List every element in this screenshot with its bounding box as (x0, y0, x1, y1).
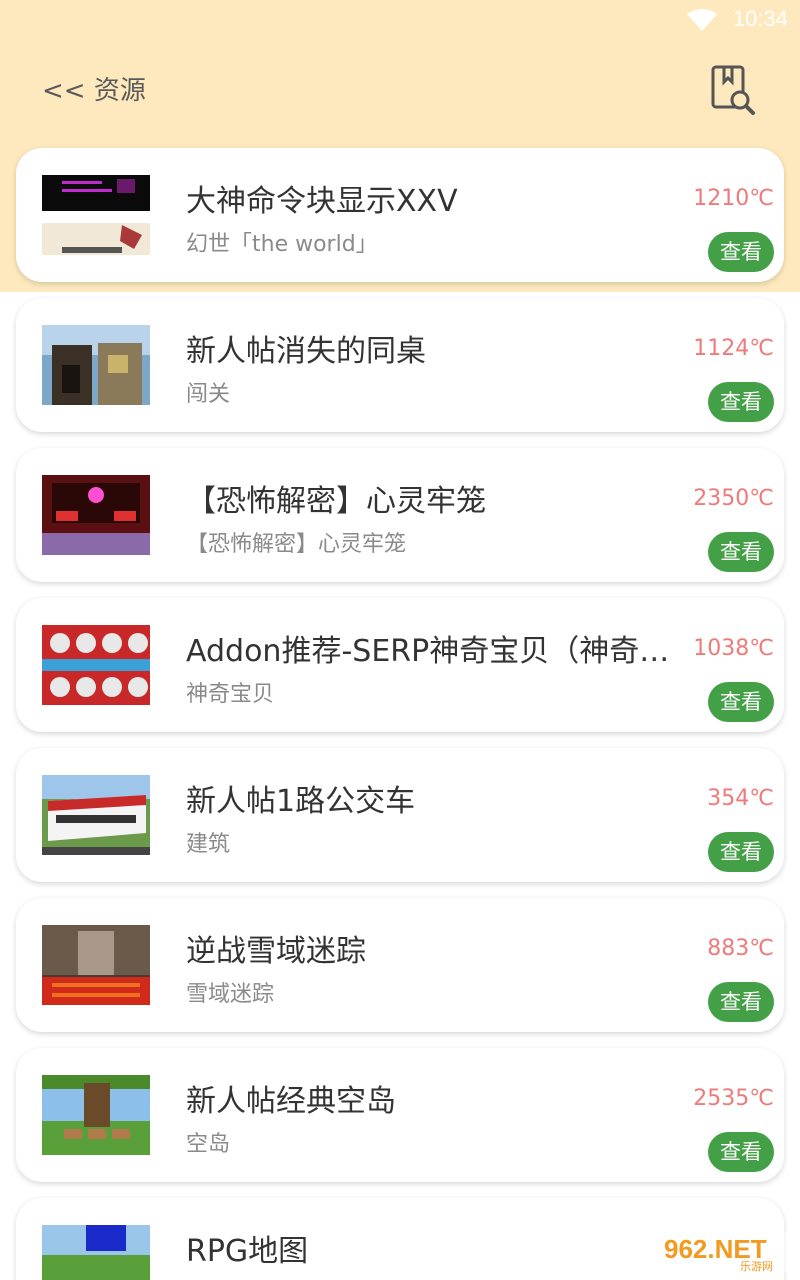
item-thumbnail (42, 175, 150, 255)
watermark-logo: 962.NET 乐游网 (656, 1232, 792, 1273)
item-heat: 883℃ (707, 936, 774, 961)
status-bar: 10:34 (0, 0, 800, 42)
list-item[interactable]: 【恐怖解密】心灵牢笼 【恐怖解密】心灵牢笼 2350℃ 查看 (16, 448, 784, 582)
wifi-icon (687, 9, 717, 31)
item-thumbnail (42, 775, 150, 855)
item-subtitle: 雪域迷踪 (186, 982, 275, 1007)
item-title: 逆战雪域迷踪 (186, 934, 366, 969)
item-title: 新人帖1路公交车 (186, 784, 416, 819)
list-item[interactable]: 新人帖1路公交车 建筑 354℃ 查看 (16, 748, 784, 882)
item-thumbnail (42, 1225, 150, 1280)
item-heat: 2350℃ (693, 486, 774, 511)
search-book-icon[interactable] (710, 64, 758, 118)
status-time: 10:34 (732, 6, 788, 31)
item-title: 【恐怖解密】心灵牢笼 (186, 484, 486, 519)
item-subtitle: 【恐怖解密】心灵牢笼 (186, 532, 407, 557)
item-heat: 2535℃ (693, 1086, 774, 1111)
item-title: RPG地图 (186, 1234, 309, 1269)
item-thumbnail (42, 475, 150, 555)
view-button[interactable]: 查看 (708, 982, 774, 1022)
item-heat: 354℃ (707, 786, 774, 811)
view-button[interactable]: 查看 (708, 382, 774, 422)
item-subtitle: 神奇宝贝 (186, 682, 275, 707)
svg-text:乐游网: 乐游网 (740, 1260, 773, 1273)
item-thumbnail (42, 925, 150, 1005)
view-button[interactable]: 查看 (708, 232, 774, 272)
list-item[interactable]: Addon推荐-SERP神奇宝贝（神奇宝… 神奇宝贝 1038℃ 查看 (16, 598, 784, 732)
item-subtitle: 闯关 (186, 382, 231, 407)
item-thumbnail (42, 325, 150, 405)
list-item[interactable]: 新人帖经典空岛 空岛 2535℃ 查看 (16, 1048, 784, 1182)
back-button[interactable]: << 资源 (42, 70, 146, 107)
item-heat: 1210℃ (693, 186, 774, 211)
item-heat: 1124℃ (693, 336, 774, 361)
list-item[interactable]: 大神命令块显示XXV 幻世「the world」 1210℃ 查看 (16, 148, 784, 282)
item-subtitle: 建筑 (186, 832, 231, 857)
item-title: 大神命令块显示XXV (186, 184, 458, 219)
item-title: 新人帖消失的同桌 (186, 334, 426, 369)
view-button[interactable]: 查看 (708, 682, 774, 722)
item-thumbnail (42, 625, 150, 705)
item-subtitle: 幻世「the world」 (186, 232, 378, 257)
item-title: 新人帖经典空岛 (186, 1084, 396, 1119)
view-button[interactable]: 查看 (708, 1132, 774, 1172)
list-item[interactable]: 逆战雪域迷踪 雪域迷踪 883℃ 查看 (16, 898, 784, 1032)
item-title: Addon推荐-SERP神奇宝贝（神奇宝… (186, 634, 686, 669)
app-header: << 资源 (0, 42, 800, 142)
view-button[interactable]: 查看 (708, 832, 774, 872)
list-item[interactable]: 新人帖消失的同桌 闯关 1124℃ 查看 (16, 298, 784, 432)
item-heat: 1038℃ (693, 636, 774, 661)
item-subtitle: 空岛 (186, 1132, 231, 1157)
item-thumbnail (42, 1075, 150, 1155)
view-button[interactable]: 查看 (708, 532, 774, 572)
